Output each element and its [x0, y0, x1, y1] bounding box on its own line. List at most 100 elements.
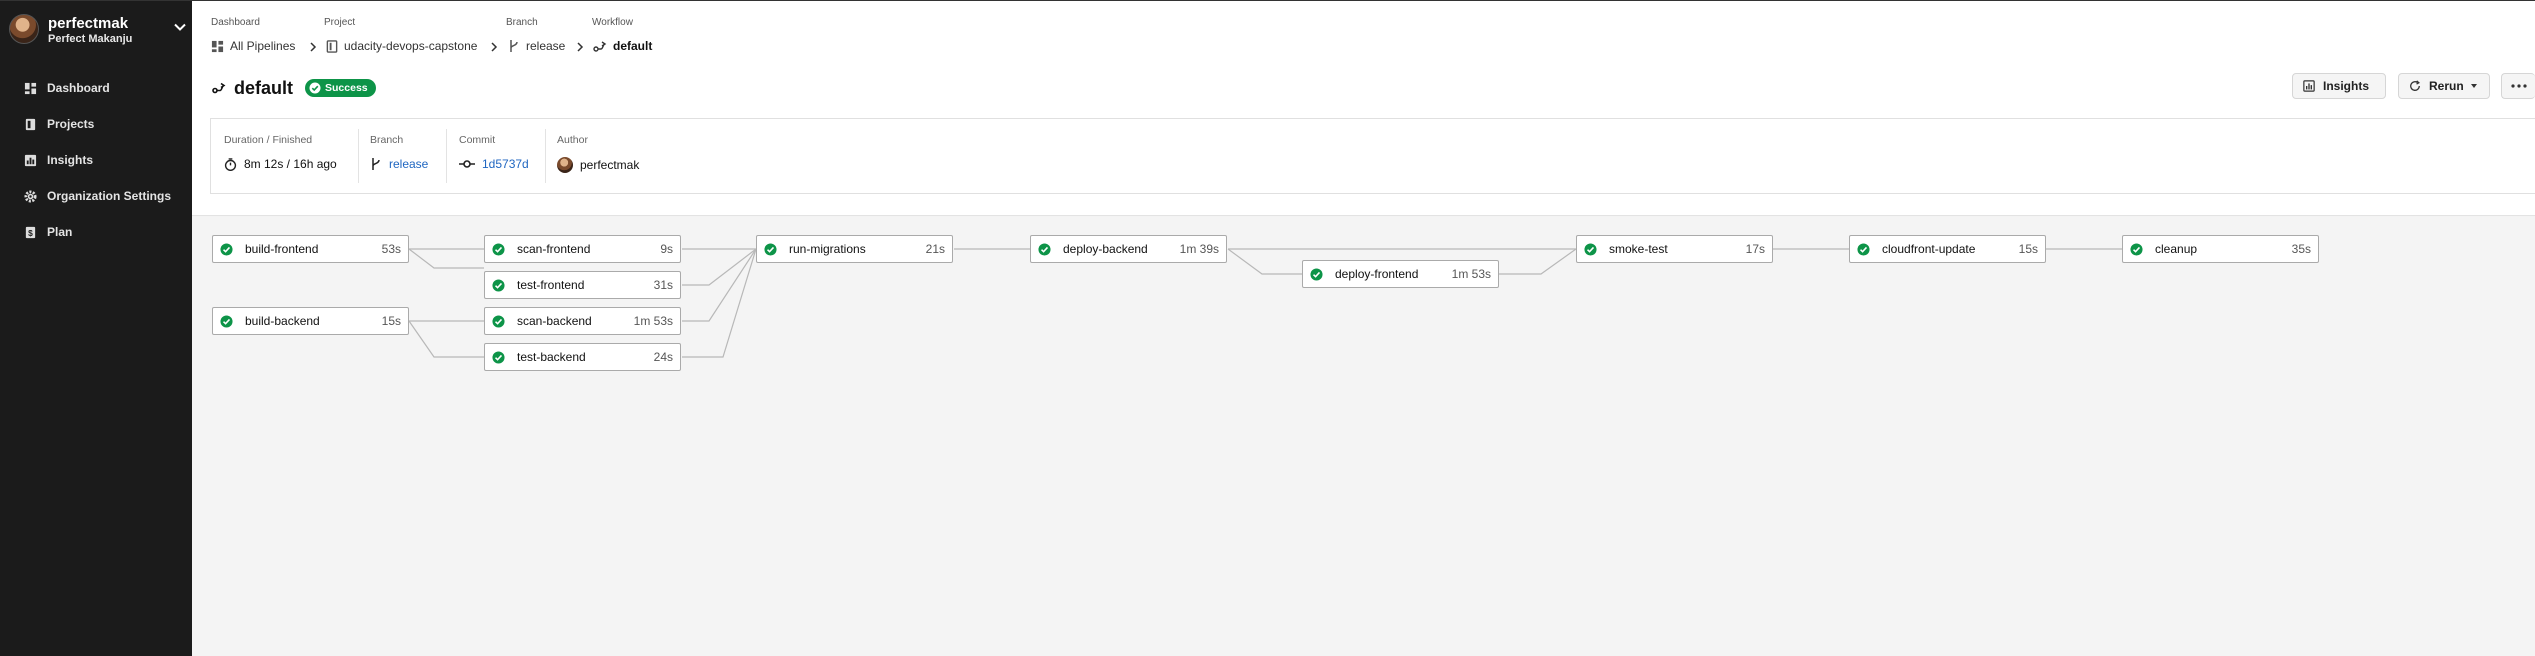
divider	[545, 129, 546, 183]
duration-value: 8m 12s / 16h ago	[224, 157, 337, 171]
job-name: cloudfront-update	[1882, 242, 1976, 256]
dashboard-icon	[211, 40, 224, 52]
insights-button[interactable]: Insights	[2292, 73, 2386, 99]
workflow-icon	[212, 82, 226, 94]
breadcrumb-project[interactable]: udacity-devops-capstone	[326, 39, 477, 53]
page-title: default	[234, 77, 294, 98]
sidebar-item-label: Plan	[47, 225, 73, 239]
job-name: cleanup	[2155, 242, 2198, 256]
more-options-button[interactable]	[2501, 73, 2535, 99]
job-deploy-backend[interactable]: deploy-backend 1m 39s	[1030, 235, 1227, 263]
commit-icon	[459, 160, 475, 168]
job-duration: 31s	[653, 278, 673, 292]
job-name: scan-frontend	[517, 242, 591, 256]
chevron-right-icon	[310, 42, 317, 52]
check-circle-icon	[220, 314, 233, 328]
job-duration: 15s	[381, 314, 401, 328]
duration-label: Duration / Finished	[224, 134, 313, 146]
job-test-backend[interactable]: test-backend 24s	[484, 343, 681, 371]
breadcrumb-dashboard-label: Dashboard	[211, 17, 260, 28]
org-switcher[interactable]: perfectmak Perfect Makanju	[8, 13, 186, 47]
org-name: perfectmak	[48, 15, 129, 32]
rerun-button[interactable]: Rerun	[2398, 73, 2490, 99]
breadcrumb-branch[interactable]: release	[508, 39, 565, 53]
refresh-icon	[2410, 80, 2420, 91]
sidebar-item-organization-settings[interactable]: Organization Settings	[24, 186, 171, 206]
chevron-right-icon	[577, 42, 584, 52]
dashboard-icon	[24, 82, 37, 94]
author-name: perfectmak	[580, 158, 640, 172]
job-name: test-frontend	[517, 278, 585, 292]
job-name: build-frontend	[245, 242, 319, 256]
author-value: perfectmak	[557, 157, 639, 173]
svg-text:$: $	[28, 228, 33, 238]
sidebar-item-projects[interactable]: Projects	[24, 114, 94, 134]
job-test-frontend[interactable]: test-frontend 31s	[484, 271, 681, 299]
insights-icon	[2303, 80, 2315, 92]
job-run-migrations[interactable]: run-migrations 21s	[756, 235, 953, 263]
sidebar-item-label: Insights	[47, 153, 94, 167]
check-circle-icon	[220, 242, 233, 256]
job-duration: 1m 39s	[1179, 242, 1219, 256]
check-circle-icon	[1310, 267, 1323, 281]
breadcrumb-project-text: udacity-devops-capstone	[344, 39, 478, 53]
branch-icon	[372, 158, 380, 170]
status-badge-text: Success	[325, 82, 368, 94]
breadcrumb-branch-text: release	[526, 39, 566, 53]
job-cloudfront-update[interactable]: cloudfront-update 15s	[1849, 235, 2046, 263]
job-name: deploy-frontend	[1335, 267, 1419, 281]
chevron-down-icon[interactable]	[172, 19, 188, 35]
job-build-frontend[interactable]: build-frontend 53s	[212, 235, 409, 263]
status-badge: Success	[305, 79, 376, 97]
breadcrumb-project-label: Project	[324, 17, 356, 28]
breadcrumb-all-pipelines[interactable]: All Pipelines	[211, 39, 295, 53]
sidebar-item-dashboard[interactable]: Dashboard	[24, 78, 110, 98]
check-circle-icon	[492, 314, 505, 328]
job-name: test-backend	[517, 350, 586, 364]
workflow-icon	[593, 40, 607, 52]
sidebar-item-label: Organization Settings	[47, 189, 172, 203]
job-cleanup[interactable]: cleanup 35s	[2122, 235, 2319, 263]
job-duration: 17s	[1745, 242, 1765, 256]
commit-link[interactable]: 1d5737d	[482, 157, 529, 171]
job-name: scan-backend	[517, 314, 592, 328]
check-circle-icon	[309, 82, 321, 94]
check-circle-icon	[1038, 242, 1051, 256]
workflow-title-row: default Success	[212, 77, 376, 99]
sidebar-item-label: Projects	[47, 117, 95, 131]
job-duration: 15s	[2018, 242, 2038, 256]
branch-link[interactable]: release	[389, 157, 428, 171]
job-build-backend[interactable]: build-backend 15s	[212, 307, 409, 335]
sidebar-item-insights[interactable]: Insights	[24, 150, 93, 170]
plan-icon: $	[25, 226, 36, 238]
job-deploy-frontend[interactable]: deploy-frontend 1m 53s	[1302, 260, 1499, 288]
job-scan-frontend[interactable]: scan-frontend 9s	[484, 235, 681, 263]
org-avatar	[9, 14, 39, 44]
job-name: smoke-test	[1609, 242, 1668, 256]
divider	[446, 129, 447, 183]
job-scan-backend[interactable]: scan-backend 1m 53s	[484, 307, 681, 335]
timer-icon	[224, 157, 237, 171]
chevron-right-icon	[491, 42, 498, 52]
sidebar: perfectmak Perfect Makanju Dashboard Pro…	[0, 0, 192, 656]
check-circle-icon	[1857, 242, 1870, 256]
rerun-button-label: Rerun	[2429, 79, 2464, 93]
job-name: build-backend	[245, 314, 320, 328]
branch-icon	[510, 40, 518, 52]
org-user-name: Perfect Makanju	[48, 33, 133, 45]
job-duration: 1m 53s	[633, 314, 673, 328]
job-duration: 21s	[925, 242, 945, 256]
insights-icon	[24, 154, 37, 166]
breadcrumb-workflow[interactable]: default	[593, 39, 652, 53]
sidebar-item-plan[interactable]: $ Plan	[24, 222, 72, 242]
check-circle-icon	[492, 278, 505, 292]
more-horizontal-icon	[2510, 84, 2527, 88]
projects-icon	[25, 118, 36, 130]
workflow-details-card: Duration / Finished 8m 12s / 16h ago Bra…	[210, 118, 2535, 194]
sidebar-item-label: Dashboard	[47, 81, 110, 95]
commit-value[interactable]: 1d5737d	[459, 157, 529, 171]
insights-button-label: Insights	[2323, 79, 2370, 93]
author-avatar	[557, 157, 573, 173]
branch-value[interactable]: release	[370, 157, 428, 171]
job-smoke-test[interactable]: smoke-test 17s	[1576, 235, 1773, 263]
